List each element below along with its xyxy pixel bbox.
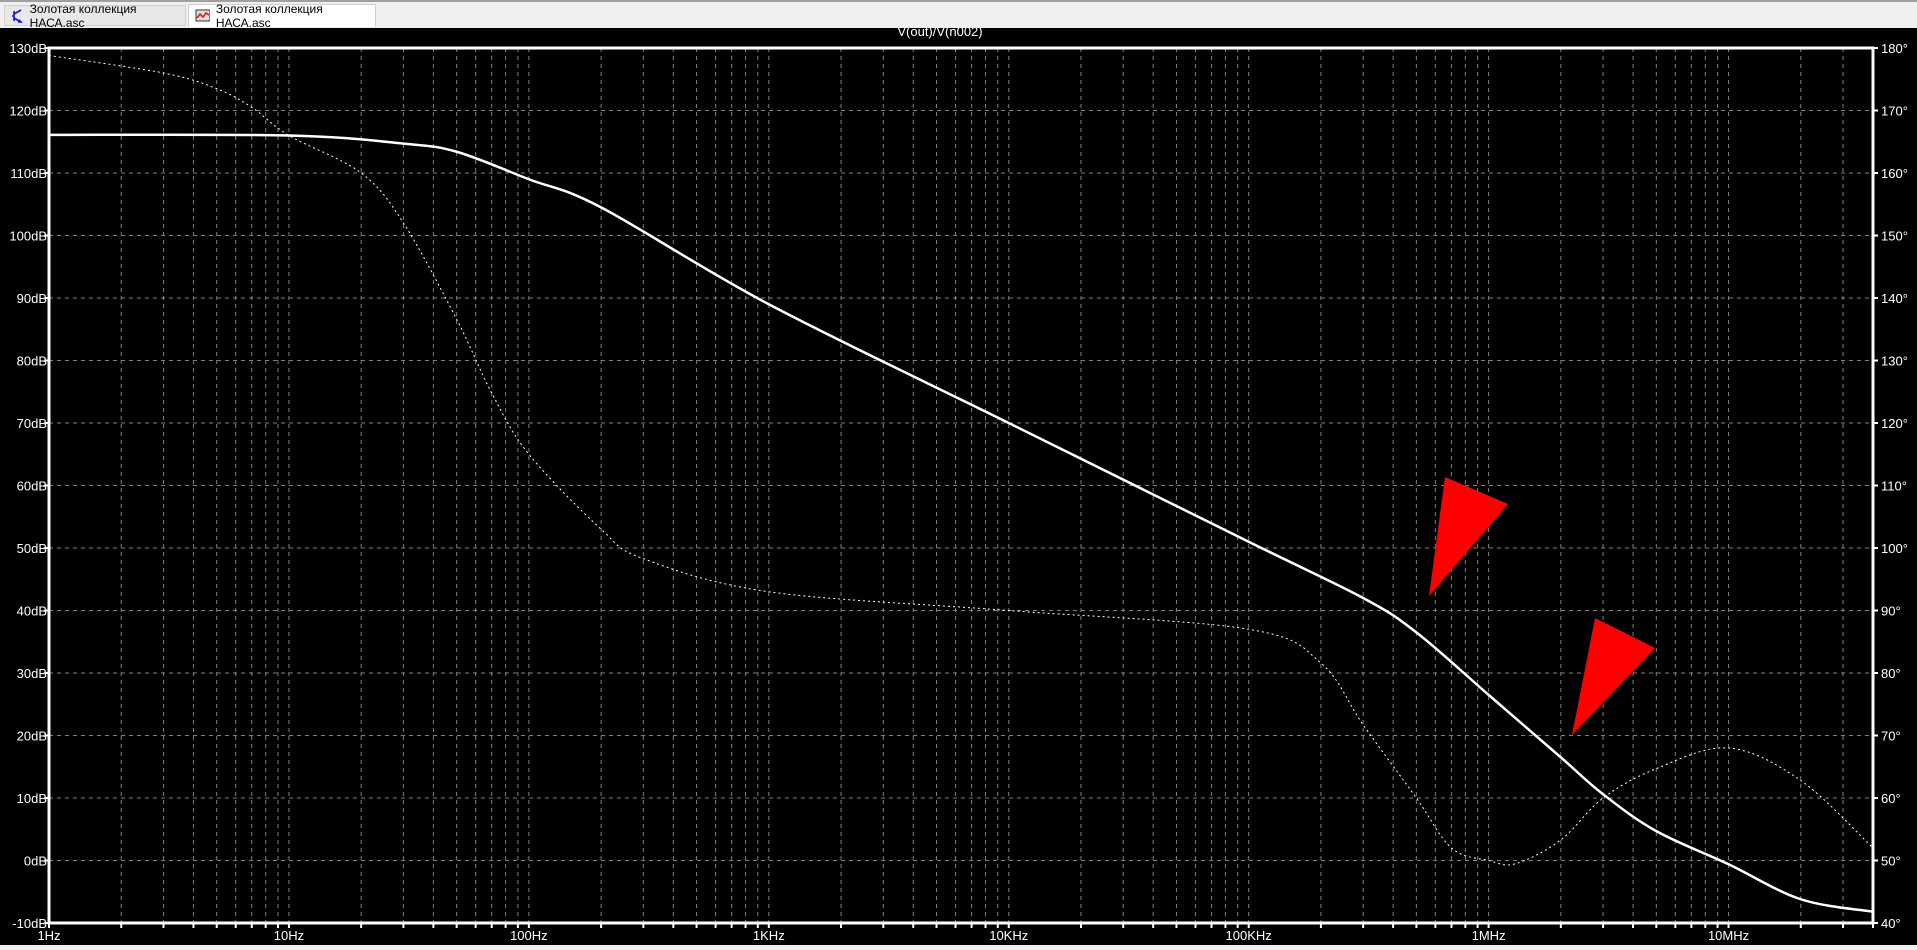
- x-tick-label: 10KHz: [989, 928, 1028, 943]
- y-left-tick-label: 90dB: [17, 291, 47, 306]
- x-tick-label: 10Hz: [274, 928, 304, 943]
- y-left-tick-label: 50dB: [17, 541, 47, 556]
- y-left-tick-label: 10dB: [17, 791, 47, 806]
- waveform-plot-icon: [195, 9, 210, 22]
- y-right-tick-label: 180°: [1881, 41, 1908, 56]
- y-right-tick-label: 150°: [1881, 229, 1908, 244]
- y-left-tick-label: 30dB: [17, 666, 47, 681]
- x-tick-label: 10MHz: [1708, 928, 1749, 943]
- y-right-tick-label: 50°: [1881, 854, 1901, 869]
- y-right-tick-label: 90°: [1881, 604, 1901, 619]
- y-left-tick-label: 100dB: [9, 229, 47, 244]
- tab-label: Золотая коллекция НАСА.asc: [29, 1, 137, 30]
- y-left-tick-label: 60dB: [17, 479, 47, 494]
- y-left-tick-label: 110dB: [10, 166, 47, 181]
- magnitude-trace: [48, 133, 1874, 913]
- red-arrow-annotation-1: [1429, 477, 1508, 596]
- document-tab-bar: Золотая коллекция НАСА.asc Золотая колле…: [0, 0, 1917, 30]
- tab-schematic[interactable]: Золотая коллекция НАСА.asc: [4, 2, 186, 30]
- y-left-tick-label: 20dB: [17, 729, 47, 744]
- x-tick-label: 1MHz: [1472, 928, 1506, 943]
- x-tick-label: 1Hz: [37, 928, 60, 943]
- red-arrow-annotation-2: [1572, 618, 1655, 735]
- x-tick-label: 100Hz: [510, 928, 548, 943]
- y-right-tick-label: 160°: [1881, 166, 1908, 181]
- y-left-tick-label: 40dB: [17, 604, 47, 619]
- x-tick-label: 100KHz: [1226, 928, 1272, 943]
- y-right-tick-label: 110°: [1881, 479, 1907, 494]
- plot-title[interactable]: V(out)/V(n002): [897, 24, 982, 39]
- y-right-tick-label: 60°: [1881, 791, 1901, 806]
- y-left-tick-label: 130dB: [9, 41, 47, 56]
- schematic-transistor-icon: [12, 8, 23, 23]
- tab-waveform[interactable]: Золотая коллекция НАСА.asc: [188, 2, 376, 30]
- y-right-tick-label: 80°: [1881, 666, 1901, 681]
- y-left-tick-label: 80dB: [17, 354, 47, 369]
- y-right-tick-label: 40°: [1881, 916, 1901, 931]
- y-right-tick-label: 70°: [1881, 729, 1901, 744]
- y-left-tick-label: 70dB: [17, 416, 47, 431]
- bode-plot: V(out)/V(n002) 130dB 180° 120dB 170° 110dB 16…: [9, 24, 1908, 943]
- y-right-tick-label: 100°: [1881, 541, 1908, 556]
- tab-label: Золотая коллекция НАСА.asc: [215, 2, 323, 30]
- x-tick-label: 1KHz: [753, 928, 785, 943]
- phase-trace: [48, 55, 1874, 866]
- y-left-tick-label: 0dB: [24, 854, 47, 869]
- y-right-tick-label: 140°: [1881, 291, 1908, 306]
- y-right-tick-label: 130°: [1881, 354, 1908, 369]
- waveform-plot-pane[interactable]: V(out)/V(n002) 130dB 180° 120dB 170° 110dB 16…: [0, 24, 1917, 945]
- y-left-tick-label: 120dB: [9, 104, 47, 119]
- y-right-tick-label: 120°: [1881, 416, 1908, 431]
- y-right-tick-label: 170°: [1881, 104, 1908, 119]
